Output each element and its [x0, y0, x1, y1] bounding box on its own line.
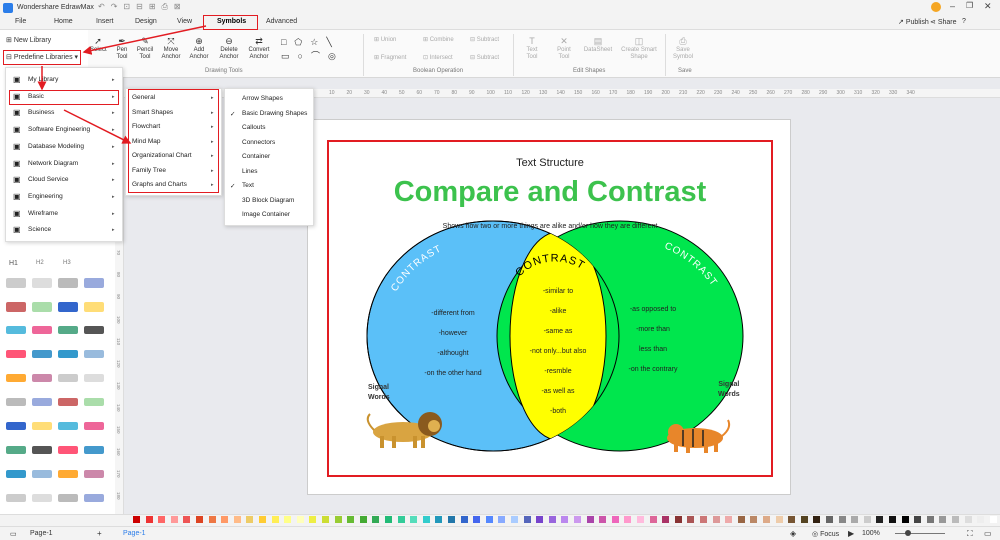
color-swatch[interactable] [473, 516, 481, 523]
color-swatch[interactable] [863, 516, 871, 523]
color-swatch[interactable] [889, 516, 896, 523]
color-swatch[interactable] [284, 516, 292, 523]
color-swatch[interactable] [536, 516, 544, 523]
color-swatch[interactable] [246, 516, 254, 523]
focus-label: Focus [820, 531, 840, 538]
color-swatch[interactable] [397, 516, 405, 523]
color-swatch[interactable] [838, 516, 846, 523]
color-swatch[interactable] [926, 516, 934, 523]
color-swatch[interactable] [259, 516, 266, 523]
color-swatch[interactable] [813, 516, 821, 523]
color-swatch[interactable] [599, 516, 607, 523]
annotation-arrows [37, 25, 207, 144]
color-swatch[interactable] [145, 516, 153, 523]
play-icon[interactable]: ▶ [848, 529, 854, 538]
color-swatch[interactable] [737, 516, 745, 523]
color-swatch[interactable] [233, 516, 241, 523]
color-swatch[interactable] [712, 516, 720, 523]
color-swatch[interactable] [309, 516, 317, 523]
fit-page-icon[interactable]: ⛶ [967, 529, 973, 539]
color-swatch[interactable] [372, 516, 380, 523]
color-swatch[interactable] [763, 516, 770, 523]
color-swatch[interactable] [385, 516, 392, 523]
color-swatch[interactable] [989, 516, 997, 523]
color-swatch[interactable] [196, 516, 203, 523]
color-swatch[interactable] [649, 516, 657, 523]
color-swatch[interactable] [221, 516, 229, 523]
color-swatch[interactable] [687, 516, 695, 523]
layers-icon[interactable]: ◈ [790, 529, 796, 538]
color-swatch[interactable] [674, 516, 682, 523]
color-swatch[interactable] [876, 516, 884, 523]
color-swatch[interactable] [435, 516, 443, 523]
color-swatch[interactable] [183, 516, 191, 523]
color-swatch[interactable] [359, 516, 367, 523]
color-swatch[interactable] [498, 516, 506, 523]
color-swatch[interactable] [347, 516, 355, 523]
color-swatch[interactable] [775, 516, 783, 523]
color-swatch[interactable] [914, 516, 922, 523]
color-swatch[interactable] [611, 516, 619, 523]
focus-button[interactable]: ◎ Focus [812, 530, 839, 538]
color-swatch[interactable] [271, 516, 279, 523]
add-page-icon[interactable]: + [97, 529, 102, 538]
color-swatch[interactable] [826, 516, 833, 523]
color-swatch[interactable] [800, 516, 808, 523]
color-swatch[interactable] [700, 516, 707, 523]
color-swatch[interactable] [523, 516, 531, 523]
color-swatch[interactable] [977, 516, 985, 523]
color-swatch[interactable] [561, 516, 569, 523]
color-swatch[interactable] [725, 516, 733, 523]
color-swatch[interactable] [901, 516, 909, 523]
color-swatch[interactable] [170, 516, 178, 523]
color-swatch[interactable] [334, 516, 342, 523]
fullscreen-icon[interactable]: ▭ [984, 529, 992, 538]
color-swatch[interactable] [158, 516, 166, 523]
color-swatch[interactable] [788, 516, 796, 523]
color-swatch[interactable] [624, 516, 632, 523]
color-swatch[interactable] [964, 516, 972, 523]
color-swatch[interactable] [485, 516, 493, 523]
color-swatch[interactable] [460, 516, 468, 523]
color-swatch[interactable] [851, 516, 859, 523]
color-swatch[interactable] [574, 516, 581, 523]
color-swatch[interactable] [939, 516, 947, 523]
color-swatch[interactable] [586, 516, 594, 523]
page-tab[interactable]: Page-1 [123, 530, 146, 537]
color-swatch[interactable] [952, 516, 959, 523]
status-bar: ▭ Page-1 + Page-1 ◈ ◎ Focus ▶ 100% ⛶ ▭ [0, 526, 1000, 540]
color-swatch[interactable] [511, 516, 518, 523]
zoom-level[interactable]: 100% [862, 530, 880, 537]
zoom-slider-handle[interactable] [905, 530, 911, 536]
color-swatch[interactable] [637, 516, 644, 523]
color-swatch[interactable] [448, 516, 455, 523]
color-swatch[interactable] [548, 516, 556, 523]
zoom-slider[interactable] [895, 533, 945, 534]
color-swatch[interactable] [410, 516, 418, 523]
color-swatch[interactable] [662, 516, 670, 523]
page-list-icon[interactable]: ▭ [10, 530, 17, 538]
color-swatch[interactable] [133, 516, 140, 523]
color-swatch[interactable] [208, 516, 216, 523]
color-swatch[interactable] [750, 516, 758, 523]
color-swatch[interactable] [322, 516, 329, 523]
page-selector[interactable]: Page-1 [30, 530, 53, 537]
color-swatch[interactable] [422, 516, 430, 523]
color-swatch[interactable] [296, 516, 304, 523]
